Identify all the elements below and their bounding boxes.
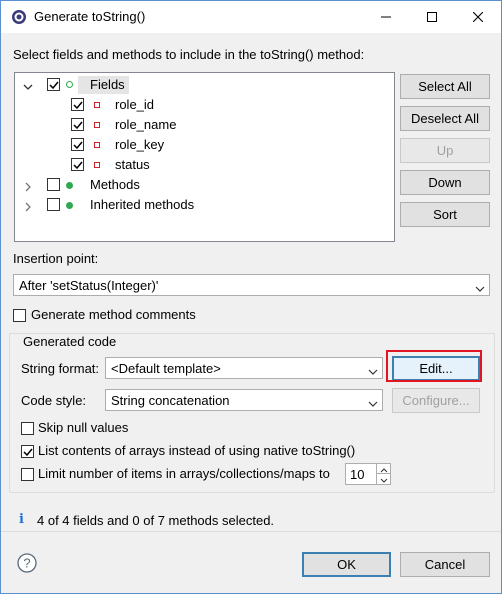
tree-item-label: role_key [115,137,165,152]
chevron-down-icon [368,396,378,411]
ok-button[interactable]: OK [302,552,391,577]
window-title: Generate toString() [34,9,146,24]
help-icon[interactable]: ? [17,553,37,573]
svg-text:?: ? [23,556,30,571]
insertion-point-select[interactable]: After 'setStatus(Integer)' [13,274,490,296]
tree-item-methods[interactable]: Methods [15,175,394,195]
string-format-select[interactable]: <Default template> [105,357,383,379]
limit-items-spinner[interactable]: 10 [345,463,391,485]
insertion-point-value: After 'setStatus(Integer)' [19,278,159,293]
code-style-select[interactable]: String concatenation [105,389,383,411]
chevron-right-icon[interactable] [23,180,33,192]
cancel-button[interactable]: Cancel [400,552,490,577]
generate-comments-label: Generate method comments [31,307,196,322]
fields-icon [66,81,73,88]
select-all-button[interactable]: Select All [400,74,490,99]
tree-item-role-name[interactable]: role_name [15,115,394,135]
inherited-methods-checkbox[interactable] [47,198,60,211]
limit-items-value: 10 [350,467,365,482]
status-checkbox[interactable] [71,158,84,171]
down-button[interactable]: Down [400,170,490,195]
status-text: 4 of 4 fields and 0 of 7 methods selecte… [37,513,275,528]
minimize-icon[interactable] [363,1,409,33]
generate-comments-checkbox[interactable] [13,309,26,322]
method-icon [66,202,73,209]
up-button[interactable]: Up [400,138,490,163]
tree-item-label: role_name [115,117,177,132]
skip-null-checkbox[interactable] [21,422,34,435]
private-field-icon [94,162,100,168]
maximize-icon[interactable] [409,1,455,33]
tree-item-role-id[interactable]: role_id [15,95,394,115]
limit-items-label: Limit number of items in arrays/collecti… [38,466,330,481]
method-icon [66,182,73,189]
tree-item-fields[interactable]: Fields [15,75,394,95]
tree-item-inherited-methods[interactable]: Inherited methods [15,195,394,215]
role-id-checkbox[interactable] [71,98,84,111]
fields-label: Fields [78,76,129,94]
private-field-icon [94,102,100,108]
fields-checkbox[interactable] [47,78,60,91]
info-icon: i [19,512,24,527]
spinner-up-icon[interactable] [376,464,390,474]
string-format-label: String format: [21,361,100,376]
footer-separator [1,531,501,532]
spinner-down-icon[interactable] [376,474,390,484]
chevron-right-icon[interactable] [23,200,33,212]
role-name-checkbox[interactable] [71,118,84,131]
close-icon[interactable] [455,1,501,33]
string-format-value: <Default template> [111,361,221,376]
limit-items-checkbox[interactable] [21,468,34,481]
private-field-icon [94,142,100,148]
tree-item-label: role_id [115,97,155,112]
skip-null-label: Skip null values [38,420,129,435]
title-bar: Generate toString() [1,1,501,33]
inherited-methods-label: Inherited methods [90,197,195,212]
private-field-icon [94,122,100,128]
generated-code-title: Generated code [21,334,119,349]
tree-item-role-key[interactable]: role_key [15,135,394,155]
role-key-checkbox[interactable] [71,138,84,151]
code-style-label: Code style: [21,393,87,408]
methods-label: Methods [90,177,140,192]
list-arrays-label: List contents of arrays instead of using… [38,443,356,458]
sort-button[interactable]: Sort [400,202,490,227]
configure-button[interactable]: Configure... [392,388,480,413]
chevron-down-icon [475,281,485,296]
instructions-label: Select fields and methods to include in … [13,47,365,62]
chevron-down-icon [368,364,378,379]
deselect-all-button[interactable]: Deselect All [400,106,490,131]
list-arrays-checkbox[interactable] [21,445,34,458]
methods-checkbox[interactable] [47,178,60,191]
highlight-box [386,350,482,382]
member-tree[interactable]: Fields role_id role_name role_key status… [14,72,395,242]
dialog-window: Generate toString() Select fields and me… [0,0,502,594]
code-style-value: String concatenation [111,393,230,408]
eclipse-icon [11,9,27,25]
insertion-point-label: Insertion point: [13,251,99,266]
tree-item-label: status [115,157,150,172]
chevron-down-icon[interactable] [23,80,33,90]
tree-item-status[interactable]: status [15,155,394,175]
